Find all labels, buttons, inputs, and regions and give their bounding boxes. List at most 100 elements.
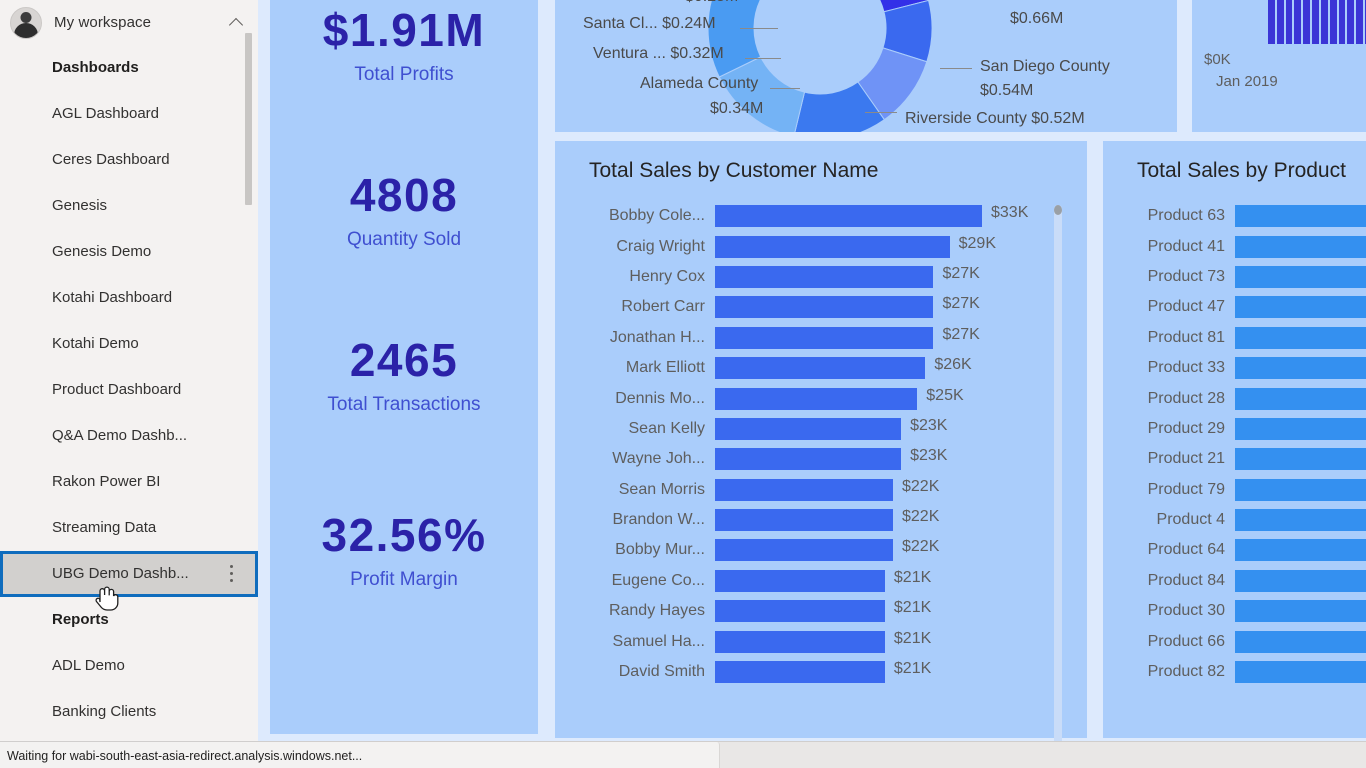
customer-chart-scrollbar-track[interactable]: [1054, 205, 1062, 768]
bar-fill[interactable]: [715, 265, 934, 288]
sidebar-item-kotahi-demo[interactable]: Kotahi Demo: [0, 321, 258, 367]
customer-bar-chart[interactable]: Bobby Cole... $33K Craig Wright $29K Henry C…: [555, 201, 1087, 687]
bar-chart-row[interactable]: David Smith $21K: [555, 657, 1087, 687]
bar-fill[interactable]: [1235, 478, 1366, 501]
bar-chart-row[interactable]: Product 79: [1103, 475, 1366, 505]
bar-fill[interactable]: [1235, 600, 1366, 623]
sales-over-time-column-tile[interactable]: $0K Jan 2019: [1192, 0, 1366, 132]
bar-fill[interactable]: [1235, 569, 1366, 592]
bar-chart-row[interactable]: Jonathan H... $27K: [555, 323, 1087, 353]
column-bar[interactable]: [1276, 0, 1284, 44]
workspace-header[interactable]: My workspace: [0, 0, 258, 45]
bar-chart-row[interactable]: Product 47: [1103, 292, 1366, 322]
bar-chart-row[interactable]: Sean Kelly $23K: [555, 414, 1087, 444]
bar-fill[interactable]: [715, 600, 885, 623]
sidebar-item-ubg-demo-dashb[interactable]: UBG Demo Dashb...: [0, 551, 258, 597]
bar-fill[interactable]: [715, 539, 893, 562]
total-sales-by-product-tile[interactable]: Total Sales by Product Product 63 Product…: [1103, 141, 1366, 738]
bar-chart-row[interactable]: Sean Morris $22K: [555, 475, 1087, 505]
total-sales-by-customer-tile[interactable]: Total Sales by Customer Name Bobby Cole.…: [555, 141, 1087, 768]
bar-chart-row[interactable]: Product 84: [1103, 566, 1366, 596]
bar-chart-row[interactable]: Product 21: [1103, 444, 1366, 474]
bar-chart-row[interactable]: Product 29: [1103, 414, 1366, 444]
bar-fill[interactable]: [715, 235, 950, 258]
bar-chart-row[interactable]: Product 41: [1103, 231, 1366, 261]
sidebar-item-q-a-demo-dashb[interactable]: Q&A Demo Dashb...: [0, 413, 258, 459]
customer-chart-scrollbar-thumb[interactable]: [1054, 205, 1062, 215]
chevron-up-icon[interactable]: [230, 16, 244, 30]
bar-fill[interactable]: [1235, 661, 1366, 684]
bar-chart-row[interactable]: Bobby Mur... $22K: [555, 535, 1087, 565]
sidebar-item-agl-dashboard[interactable]: AGL Dashboard: [0, 91, 258, 137]
bar-chart-row[interactable]: Bobby Cole... $33K: [555, 201, 1087, 231]
bar-chart-row[interactable]: Product 73: [1103, 262, 1366, 292]
bar-fill[interactable]: [1235, 539, 1366, 562]
sidebar-item-genesis[interactable]: Genesis: [0, 183, 258, 229]
bar-fill[interactable]: [1235, 205, 1366, 228]
bar-fill[interactable]: [1235, 448, 1366, 471]
bar-fill[interactable]: [1235, 509, 1366, 532]
column-bar[interactable]: [1338, 0, 1346, 44]
bar-fill[interactable]: [715, 387, 918, 410]
sidebar-scrollbar-thumb[interactable]: [245, 33, 252, 205]
bar-chart-row[interactable]: Product 66: [1103, 626, 1366, 656]
bar-chart-row[interactable]: Product 64: [1103, 535, 1366, 565]
product-bar-chart[interactable]: Product 63 Product 41 Product 73 Product 47…: [1103, 201, 1366, 687]
sidebar-item-product-dashboard[interactable]: Product Dashboard: [0, 367, 258, 413]
column-bar[interactable]: [1268, 0, 1275, 44]
bar-chart-row[interactable]: Product 4: [1103, 505, 1366, 535]
bar-fill[interactable]: [715, 448, 902, 471]
bar-chart-row[interactable]: Craig Wright $29K: [555, 231, 1087, 261]
sidebar-item-kotahi-dashboard[interactable]: Kotahi Dashboard: [0, 275, 258, 321]
bar-chart-row[interactable]: Samuel Ha... $21K: [555, 626, 1087, 656]
column-bar[interactable]: [1312, 0, 1319, 44]
bar-fill[interactable]: [1235, 357, 1366, 380]
bar-chart-row[interactable]: Product 33: [1103, 353, 1366, 383]
bar-fill[interactable]: [715, 296, 934, 319]
bar-chart-row[interactable]: Eugene Co... $21K: [555, 566, 1087, 596]
bar-fill[interactable]: [715, 417, 902, 440]
kpi-card-total-profits[interactable]: $1.91M Total Profits: [270, 7, 538, 86]
sales-by-county-donut-tile[interactable]: $0.25M Santa Cl... $0.24M Ventura ... $0.3…: [555, 0, 1177, 141]
sidebar-item-streaming-data[interactable]: Streaming Data: [0, 505, 258, 551]
bar-fill[interactable]: [1235, 387, 1366, 410]
column-chart-bars[interactable]: [1268, 0, 1366, 44]
kpi-card-profit-margin[interactable]: 32.56% Profit Margin: [270, 512, 538, 591]
bar-fill[interactable]: [1235, 235, 1366, 258]
kpi-card-quantity-sold[interactable]: 4808 Quantity Sold: [270, 172, 538, 251]
kpi-card-total-transactions[interactable]: 2465 Total Transactions: [270, 337, 538, 416]
sidebar-item-genesis-demo[interactable]: Genesis Demo: [0, 229, 258, 275]
bar-chart-row[interactable]: Dennis Mo... $25K: [555, 383, 1087, 413]
column-bar[interactable]: [1329, 0, 1337, 44]
bar-chart-row[interactable]: Product 81: [1103, 323, 1366, 353]
bar-fill[interactable]: [1235, 265, 1366, 288]
bar-chart-row[interactable]: Henry Cox $27K: [555, 262, 1087, 292]
column-bar[interactable]: [1285, 0, 1293, 44]
bar-chart-row[interactable]: Product 30: [1103, 596, 1366, 626]
bar-fill[interactable]: [1235, 417, 1366, 440]
bar-fill[interactable]: [1235, 296, 1366, 319]
bar-fill[interactable]: [715, 205, 982, 228]
column-bar[interactable]: [1294, 0, 1302, 44]
bar-chart-row[interactable]: Product 28: [1103, 383, 1366, 413]
sidebar-item-adl-demo[interactable]: ADL Demo: [0, 643, 258, 689]
bar-fill[interactable]: [715, 569, 885, 592]
bar-chart-row[interactable]: Brandon W... $22K: [555, 505, 1087, 535]
bar-fill[interactable]: [715, 326, 934, 349]
sidebar-item-rakon-power-bi[interactable]: Rakon Power BI: [0, 459, 258, 505]
column-bar[interactable]: [1320, 0, 1328, 44]
bar-fill[interactable]: [1235, 630, 1366, 653]
bar-chart-row[interactable]: Product 63: [1103, 201, 1366, 231]
bar-fill[interactable]: [715, 630, 885, 653]
sidebar-item-ceres-dashboard[interactable]: Ceres Dashboard: [0, 137, 258, 183]
bar-fill[interactable]: [715, 661, 885, 684]
bar-chart-row[interactable]: Product 82: [1103, 657, 1366, 687]
bar-fill[interactable]: [1235, 326, 1366, 349]
bar-chart-row[interactable]: Mark Elliott $26K: [555, 353, 1087, 383]
bar-fill[interactable]: [715, 357, 926, 380]
more-options-icon[interactable]: [230, 565, 234, 583]
column-bar[interactable]: [1356, 0, 1364, 44]
bar-fill[interactable]: [715, 509, 893, 532]
column-bar[interactable]: [1303, 0, 1311, 44]
bar-chart-row[interactable]: Robert Carr $27K: [555, 292, 1087, 322]
